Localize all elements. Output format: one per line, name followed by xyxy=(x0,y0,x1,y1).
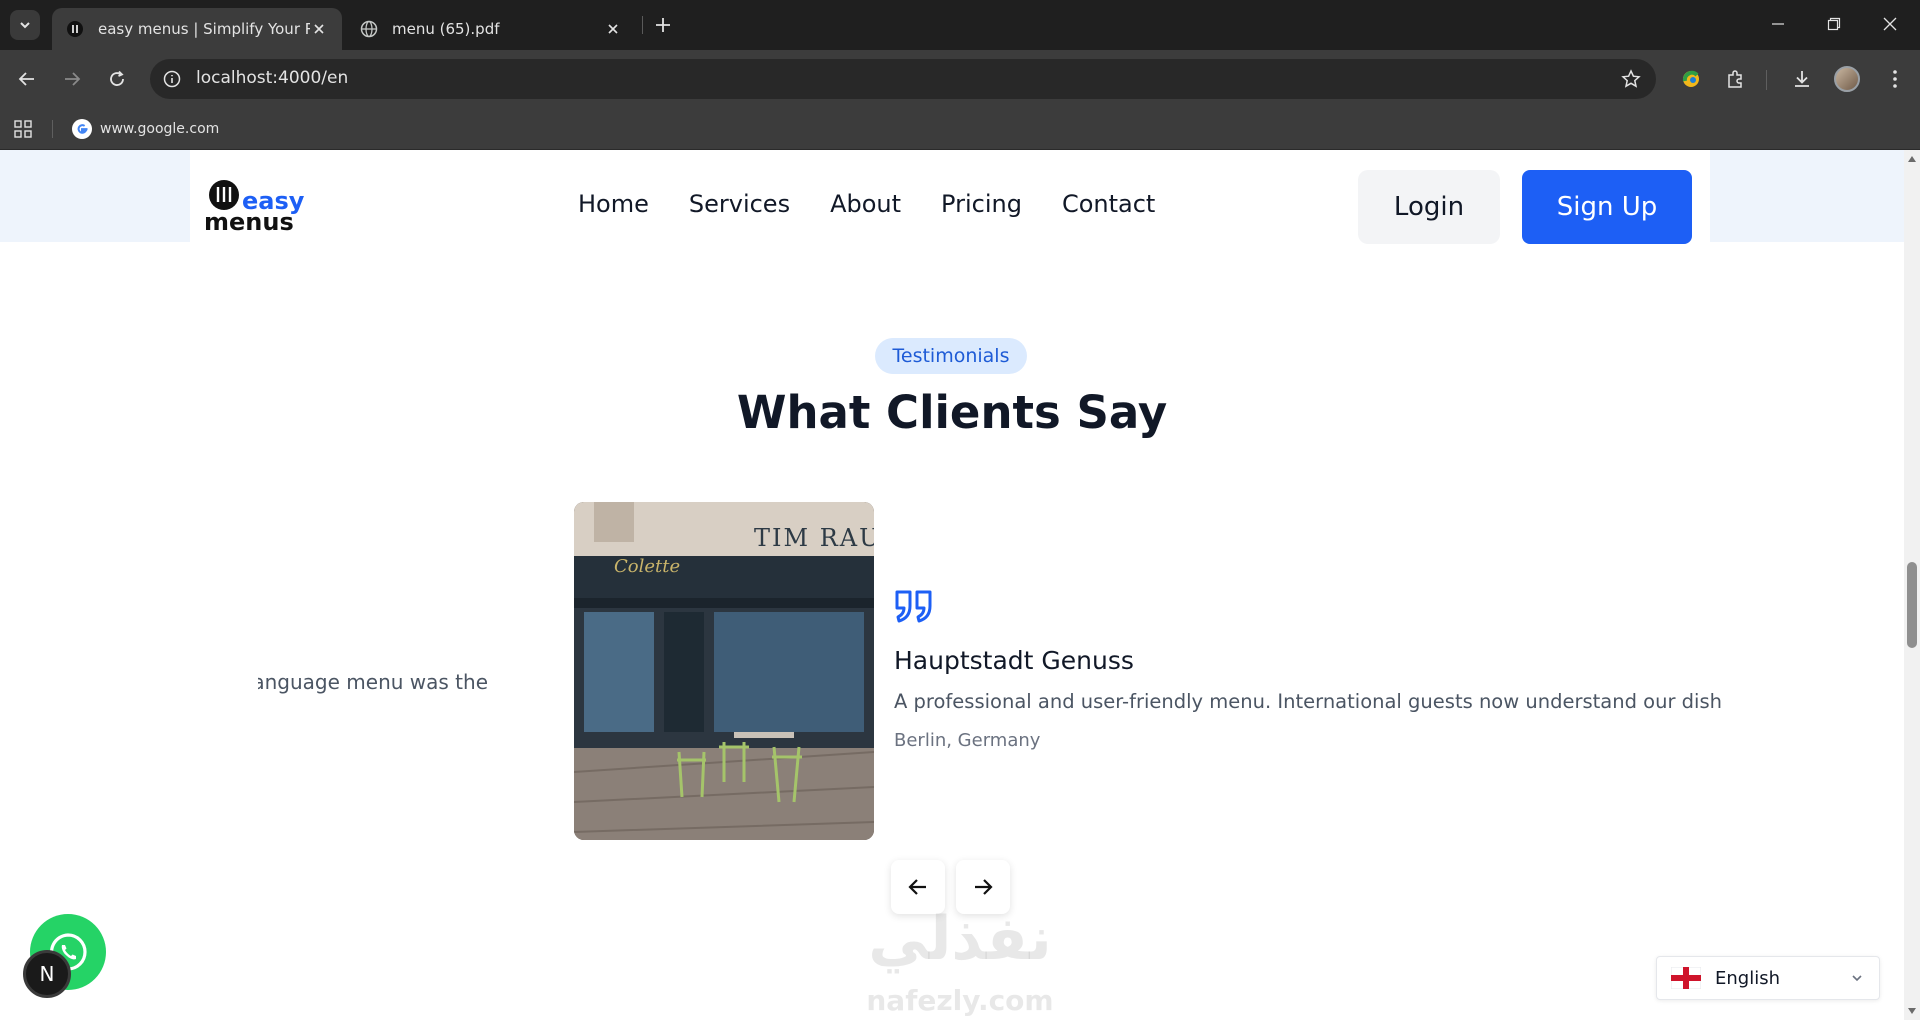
profile-avatar[interactable] xyxy=(1834,66,1860,92)
section-title: What Clients Say xyxy=(736,386,1168,439)
address-bar[interactable]: localhost:4000/en xyxy=(150,59,1656,99)
nafezly-watermark: نفذلي nafezly.com xyxy=(850,904,1070,1020)
new-tab-button[interactable] xyxy=(650,12,676,38)
extensions-puzzle-icon[interactable] xyxy=(1720,64,1750,94)
reload-icon xyxy=(110,70,124,86)
apps-grid-icon[interactable] xyxy=(12,118,34,140)
url-text: localhost:4000/en xyxy=(196,68,349,88)
bookmarks-bar: www.google.com xyxy=(0,108,1920,150)
photo-script-text: Colette xyxy=(614,556,680,577)
browser-menu-icon[interactable] xyxy=(1880,64,1910,94)
n-floating-button[interactable]: N xyxy=(23,950,71,998)
scrollbar-thumb[interactable] xyxy=(1907,562,1917,648)
nav-contact[interactable]: Contact xyxy=(1062,184,1155,224)
tab-menu-pdf[interactable]: menu (65).pdf xyxy=(346,8,636,50)
forward-button[interactable] xyxy=(57,64,87,94)
tab-title: easy menus | Simplify Your Restaurant xyxy=(98,20,310,38)
easy-menus-favicon-icon xyxy=(66,20,84,38)
language-label: English xyxy=(1715,967,1780,989)
testimonial-text: A professional and user-friendly menu. I… xyxy=(894,690,1722,713)
page-scrollbar[interactable] xyxy=(1904,150,1920,1020)
google-icon xyxy=(72,119,92,139)
minimize-button[interactable] xyxy=(1750,0,1806,48)
bookmark-google[interactable]: www.google.com xyxy=(72,117,219,141)
restore-icon xyxy=(1827,17,1841,31)
quote-icon xyxy=(894,588,934,624)
photo-sign-text: TIM RAU xyxy=(754,524,874,552)
extension-colorful-icon[interactable] xyxy=(1676,64,1706,94)
watermark-arabic: نفذلي xyxy=(868,904,1052,974)
scroll-down-arrow-icon[interactable] xyxy=(1907,1006,1917,1016)
downloads-icon[interactable] xyxy=(1787,64,1817,94)
nav-pricing[interactable]: Pricing xyxy=(941,184,1022,224)
testimonial-name: Hauptstadt Genuss xyxy=(894,646,1134,675)
toolbar-divider xyxy=(1766,70,1767,90)
previous-testimonial-text: 5-language menu was the xyxy=(258,670,488,694)
nav-home[interactable]: Home xyxy=(578,184,649,224)
signup-button[interactable]: Sign Up xyxy=(1522,170,1692,244)
minimize-icon xyxy=(1772,23,1784,25)
back-button[interactable] xyxy=(12,64,42,94)
arrow-right-icon xyxy=(65,72,81,86)
language-selector[interactable]: English xyxy=(1656,956,1880,1000)
main-nav: Home Services About Pricing Contact xyxy=(578,184,1155,224)
easy-menus-logo[interactable]: easy menus xyxy=(204,180,308,236)
restore-button[interactable] xyxy=(1806,0,1862,48)
arrow-left-icon xyxy=(18,72,34,86)
testimonials-badge: Testimonials xyxy=(875,338,1027,374)
plus-icon xyxy=(656,18,670,32)
login-button[interactable]: Login xyxy=(1358,170,1500,244)
arrow-left-icon xyxy=(908,879,926,895)
previous-testimonial-fragment: 5-language menu was the xyxy=(258,670,488,694)
reload-button[interactable] xyxy=(102,64,132,94)
close-tab-icon[interactable] xyxy=(310,20,328,38)
watermark-latin: nafezly.com xyxy=(866,984,1054,1017)
restaurant-photo: TIM RAU Colette xyxy=(574,502,874,840)
england-flag-icon xyxy=(1670,966,1702,990)
bookmark-label: www.google.com xyxy=(100,121,220,137)
page-viewport: easy menus Home Services About Pricing C… xyxy=(0,150,1904,1020)
close-icon xyxy=(1883,17,1897,31)
site-info-icon[interactable] xyxy=(162,69,182,89)
site-header: easy menus Home Services About Pricing C… xyxy=(190,150,1710,248)
svg-text:menus: menus xyxy=(204,208,294,234)
bookmarks-divider xyxy=(52,120,53,138)
chevron-down-icon xyxy=(20,22,30,29)
close-window-button[interactable] xyxy=(1862,0,1918,48)
testimonial-location: Berlin, Germany xyxy=(894,730,1041,751)
tab-divider xyxy=(642,16,643,34)
nav-services[interactable]: Services xyxy=(689,184,790,224)
tab-title: menu (65).pdf xyxy=(392,20,500,38)
chevron-down-icon xyxy=(1849,970,1865,986)
nav-about[interactable]: About xyxy=(830,184,901,224)
browser-toolbar: localhost:4000/en xyxy=(0,50,1920,108)
browser-tab-bar: easy menus | Simplify Your Restaurant me… xyxy=(0,0,1920,50)
globe-icon xyxy=(360,20,378,38)
tab-search-button[interactable] xyxy=(10,10,40,40)
scroll-up-arrow-icon[interactable] xyxy=(1907,154,1917,164)
tab-easy-menus[interactable]: easy menus | Simplify Your Restaurant xyxy=(52,8,342,50)
bookmark-star-icon[interactable] xyxy=(1620,68,1642,90)
close-tab-icon[interactable] xyxy=(604,20,622,38)
arrow-right-icon xyxy=(975,879,993,895)
